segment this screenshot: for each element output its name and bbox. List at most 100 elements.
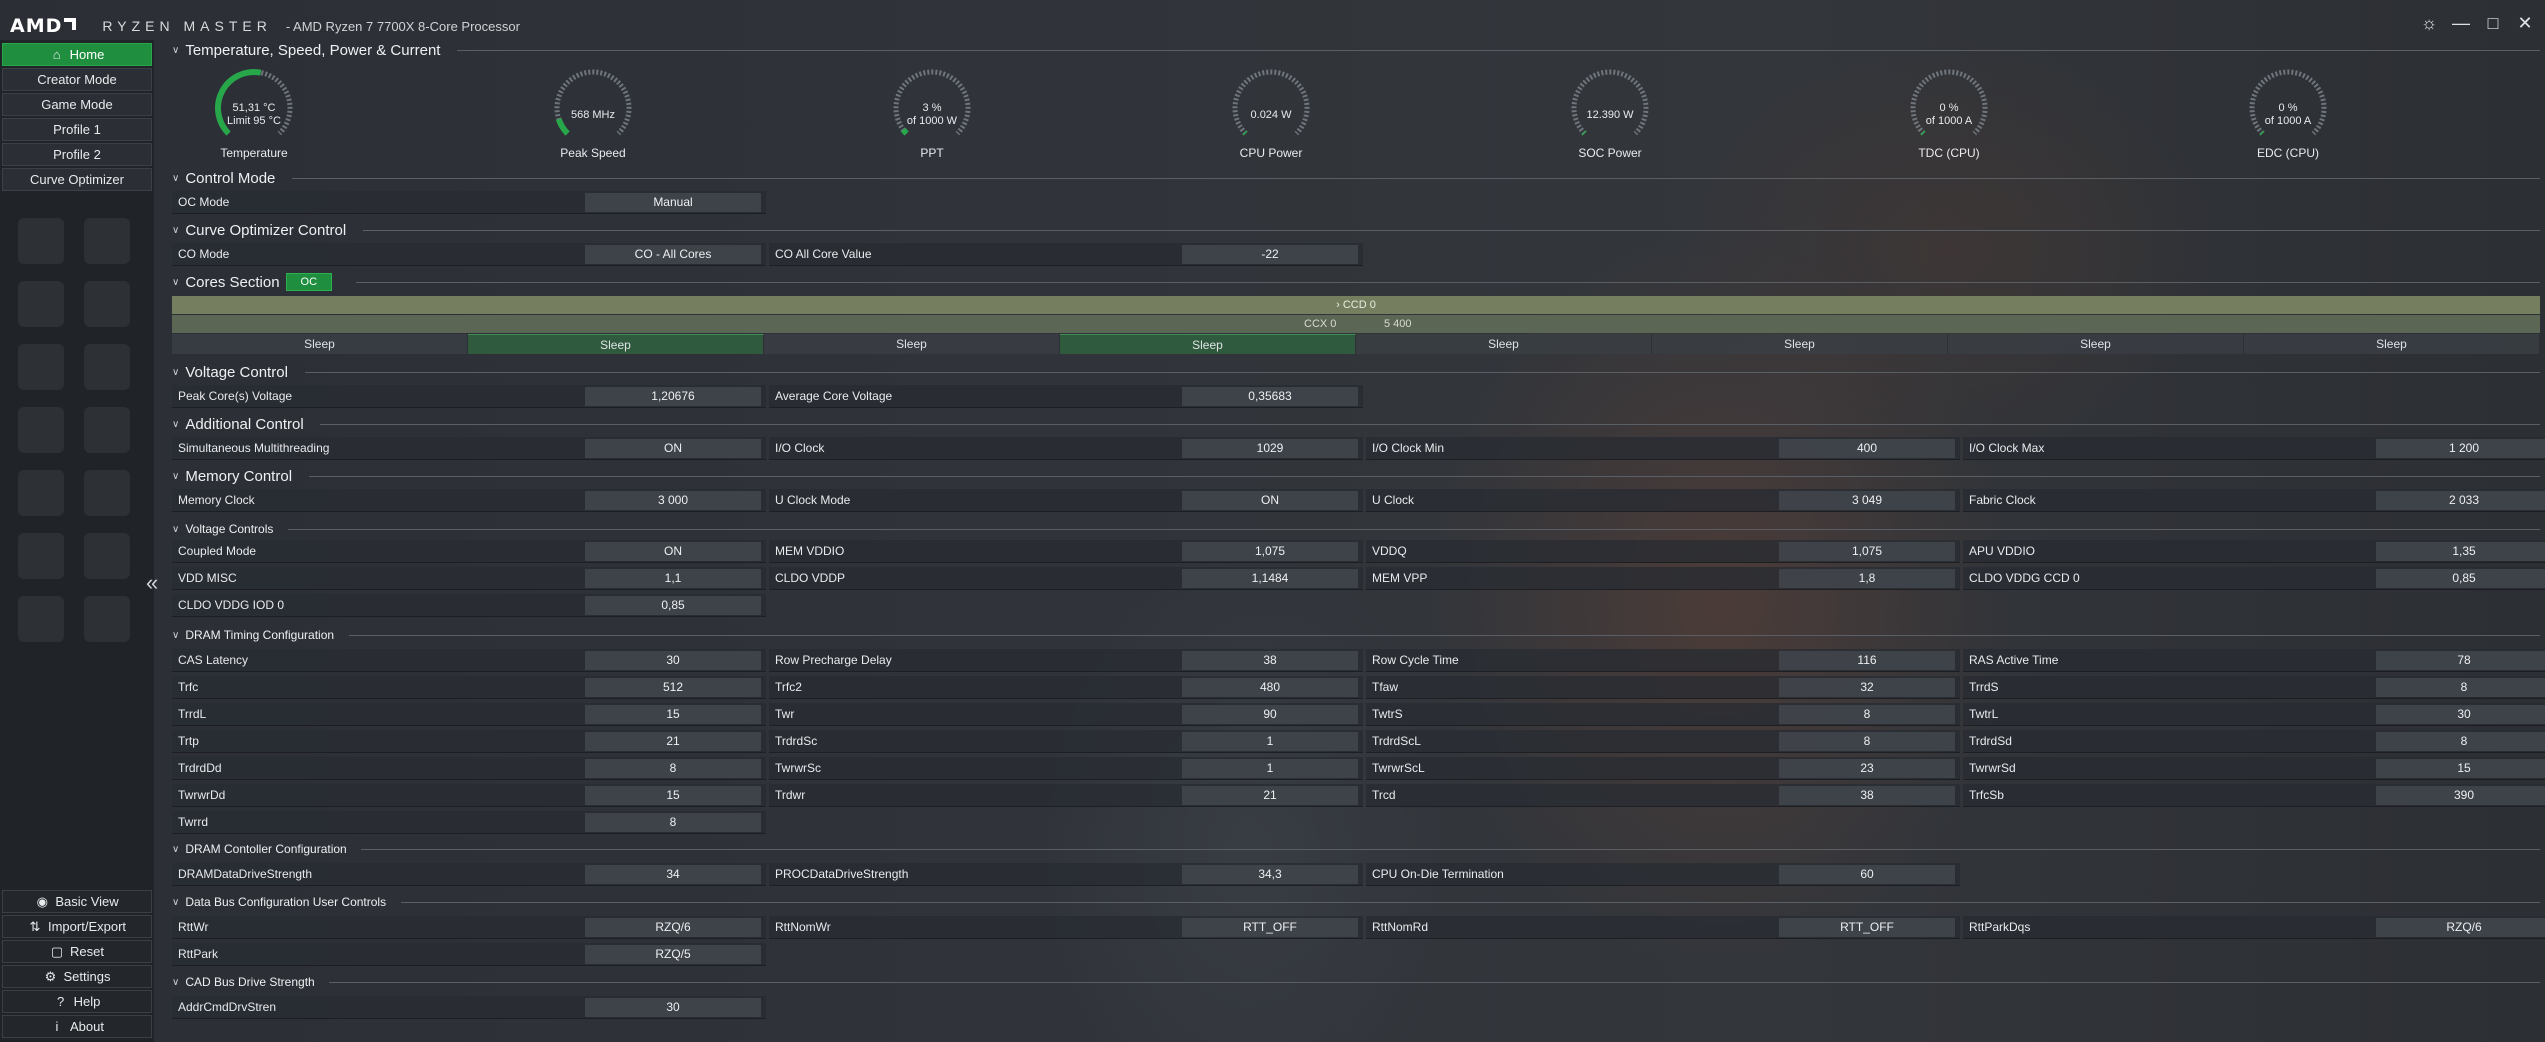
setting-value[interactable]: 90 [1182, 705, 1358, 724]
setting-value[interactable]: 34 [585, 865, 761, 884]
setting-value[interactable]: 1,20676 [585, 387, 761, 406]
setting-value[interactable]: CO - All Cores [585, 245, 761, 264]
chevron-down-icon[interactable]: ∨ [172, 630, 179, 641]
core-0-state[interactable]: Sleep [172, 334, 468, 354]
setting-value[interactable]: -22 [1182, 245, 1358, 264]
setting-value[interactable]: 15 [2376, 759, 2545, 778]
sidebar-item-import-export[interactable]: ⇅ Import/Export [2, 915, 152, 938]
setting-value[interactable]: 30 [585, 998, 761, 1017]
chevron-down-icon[interactable]: ∨ [172, 367, 179, 378]
setting-value[interactable]: 21 [585, 732, 761, 751]
chevron-down-icon[interactable]: ∨ [172, 173, 179, 184]
setting-value[interactable]: 30 [585, 651, 761, 670]
core-6-state[interactable]: Sleep [1948, 334, 2244, 354]
setting-value[interactable]: 1,35 [2376, 542, 2545, 561]
core-2-state[interactable]: Sleep [764, 334, 1060, 354]
chevron-down-icon[interactable]: ∨ [172, 844, 179, 855]
setting-value[interactable]: 60 [1779, 865, 1955, 884]
sidebar-item-reset[interactable]: ▢ Reset [2, 940, 152, 963]
setting-value[interactable]: 21 [1182, 786, 1358, 805]
chevron-down-icon[interactable]: ∨ [172, 977, 179, 988]
section-header-temp[interactable]: ∨ Temperature, Speed, Power & Current [172, 40, 2540, 60]
setting-value[interactable]: 3 000 [585, 491, 761, 510]
setting-value[interactable]: 1,075 [1779, 542, 1955, 561]
setting-value[interactable]: 0,35683 [1182, 387, 1358, 406]
setting-value[interactable]: RZQ/6 [585, 918, 761, 937]
brightness-icon[interactable]: ☼ [2413, 14, 2445, 32]
setting-value[interactable]: 512 [585, 678, 761, 697]
setting-value[interactable]: 8 [2376, 732, 2545, 751]
setting-value[interactable]: 1 [1182, 732, 1358, 751]
collapse-sidebar-button[interactable]: « [146, 570, 158, 596]
section-header-cores[interactable]: ∨ Cores Section OC [172, 272, 2540, 292]
core-1-state[interactable]: Sleep [468, 334, 764, 354]
chevron-down-icon[interactable]: ∨ [172, 225, 179, 236]
sidebar-item-creator-mode[interactable]: Creator Mode [2, 68, 152, 91]
chevron-down-icon[interactable]: ∨ [172, 277, 179, 288]
setting-value[interactable]: 8 [1779, 732, 1955, 751]
ccd-header[interactable]: › CCD 0 [172, 296, 2540, 314]
chevron-down-icon[interactable]: ∨ [172, 897, 179, 908]
maximize-button[interactable]: □ [2477, 14, 2509, 32]
setting-value[interactable]: 8 [1779, 705, 1955, 724]
setting-value[interactable]: ON [1182, 491, 1358, 510]
setting-value[interactable]: 34,3 [1182, 865, 1358, 884]
section-header-curve[interactable]: ∨ Curve Optimizer Control [172, 220, 2540, 240]
setting-value[interactable]: 30 [2376, 705, 2545, 724]
setting-value[interactable]: RZQ/5 [585, 945, 761, 964]
setting-value[interactable]: 38 [1182, 651, 1358, 670]
core-3-state[interactable]: Sleep [1060, 334, 1356, 354]
sidebar-item-curve-optimizer[interactable]: Curve Optimizer [2, 168, 152, 191]
setting-value[interactable]: 8 [2376, 678, 2545, 697]
setting-value[interactable]: 8 [585, 759, 761, 778]
setting-value[interactable]: 390 [2376, 786, 2545, 805]
setting-value[interactable]: 1 [1182, 759, 1358, 778]
chevron-right-icon[interactable]: › [1336, 299, 1343, 311]
section-header-voltage[interactable]: ∨ Voltage Control [172, 362, 2540, 382]
setting-value[interactable]: RTT_OFF [1779, 918, 1955, 937]
sidebar-item-about[interactable]: i About [2, 1015, 152, 1038]
section-header-dram-ctrl[interactable]: ∨ DRAM Contoller Configuration [172, 839, 2540, 859]
section-header-control-mode[interactable]: ∨ Control Mode [172, 168, 2540, 188]
chevron-down-icon[interactable]: ∨ [172, 471, 179, 482]
setting-value[interactable]: Manual [585, 193, 761, 212]
setting-value[interactable]: 116 [1779, 651, 1955, 670]
setting-value[interactable]: 2 033 [2376, 491, 2545, 510]
setting-value[interactable]: 3 049 [1779, 491, 1955, 510]
setting-value[interactable]: 0,85 [585, 596, 761, 615]
sidebar-item-profile-1[interactable]: Profile 1 [2, 118, 152, 141]
setting-value[interactable]: 1 200 [2376, 439, 2545, 458]
chevron-down-icon[interactable]: ∨ [172, 45, 179, 56]
setting-value[interactable]: 1029 [1182, 439, 1358, 458]
core-4-state[interactable]: Sleep [1356, 334, 1652, 354]
chevron-down-icon[interactable]: ∨ [172, 524, 179, 535]
setting-value[interactable]: ON [585, 542, 761, 561]
setting-value[interactable]: 38 [1779, 786, 1955, 805]
setting-value[interactable]: 8 [585, 813, 761, 832]
core-5-state[interactable]: Sleep [1652, 334, 1948, 354]
setting-value[interactable]: 1,075 [1182, 542, 1358, 561]
section-header-cad-bus[interactable]: ∨ CAD Bus Drive Strength [172, 972, 2540, 992]
setting-value[interactable]: 15 [585, 705, 761, 724]
section-header-data-bus[interactable]: ∨ Data Bus Configuration User Controls [172, 892, 2540, 912]
setting-value[interactable]: 23 [1779, 759, 1955, 778]
sidebar-item-game-mode[interactable]: Game Mode [2, 93, 152, 116]
chevron-down-icon[interactable]: ∨ [172, 419, 179, 430]
sidebar-item-home[interactable]: ⌂ Home [2, 43, 152, 66]
section-header-dram-timing[interactable]: ∨ DRAM Timing Configuration [172, 625, 2540, 645]
sidebar-item-basic-view[interactable]: ◉ Basic View [2, 890, 152, 913]
setting-value[interactable]: 1,1484 [1182, 569, 1358, 588]
close-button[interactable]: ✕ [2509, 14, 2541, 32]
sidebar-item-help[interactable]: ? Help [2, 990, 152, 1013]
setting-value[interactable]: 78 [2376, 651, 2545, 670]
setting-value[interactable]: 32 [1779, 678, 1955, 697]
setting-value[interactable]: 0,85 [2376, 569, 2545, 588]
setting-value[interactable]: ON [585, 439, 761, 458]
setting-value[interactable]: 1,1 [585, 569, 761, 588]
setting-value[interactable]: 15 [585, 786, 761, 805]
setting-value[interactable]: 480 [1182, 678, 1358, 697]
setting-value[interactable]: RZQ/6 [2376, 918, 2545, 937]
section-header-additional[interactable]: ∨ Additional Control [172, 414, 2540, 434]
core-7-state[interactable]: Sleep [2244, 334, 2540, 354]
sidebar-item-settings[interactable]: ⚙ Settings [2, 965, 152, 988]
